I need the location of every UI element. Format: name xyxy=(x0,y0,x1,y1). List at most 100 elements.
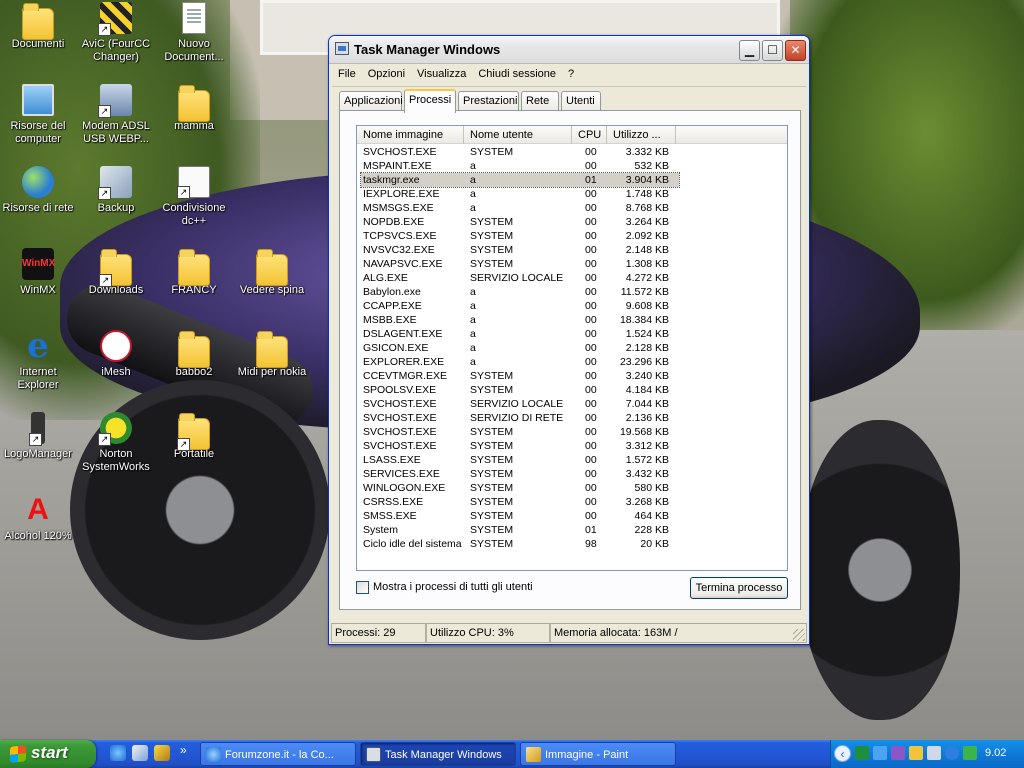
process-name: CSRSS.EXE xyxy=(363,496,424,508)
process-row[interactable]: SPOOLSV.EXE SYSTEM 00 4.184 KB xyxy=(357,383,787,397)
desktop-icon-avic[interactable]: AviC (FourCC Changer) xyxy=(78,2,154,64)
my-computer-icon xyxy=(22,84,54,116)
column-header-user-name[interactable]: Nome utente xyxy=(464,126,572,144)
desktop-icon-documenti[interactable]: Documenti xyxy=(0,2,76,51)
process-row[interactable]: CCAPP.EXE a 00 9.608 KB xyxy=(357,299,787,313)
process-name: MSPAINT.EXE xyxy=(363,160,432,172)
process-memory: 3.432 KB xyxy=(625,468,669,480)
task-task-manager[interactable]: Task Manager Windows xyxy=(360,742,516,766)
task-forumzone[interactable]: Forumzone.it - la Co... xyxy=(200,742,356,766)
process-row[interactable]: SVCHOST.EXE SYSTEM 00 19.568 KB xyxy=(357,425,787,439)
process-row[interactable]: SVCHOST.EXE SERVIZIO DI RETE 00 2.136 KB xyxy=(357,411,787,425)
process-row[interactable]: CCEVTMGR.EXE SYSTEM 00 3.240 KB xyxy=(357,369,787,383)
start-button[interactable]: start xyxy=(0,740,96,768)
tray-app-icon[interactable] xyxy=(855,746,869,760)
process-row[interactable]: MSMSGS.EXE a 00 8.768 KB xyxy=(357,201,787,215)
desktop-icon-risorse-computer[interactable]: Risorse del computer xyxy=(0,84,76,146)
desktop-icon-label: iMesh xyxy=(101,366,131,378)
process-row[interactable]: SVCHOST.EXE SYSTEM 00 3.312 KB xyxy=(357,439,787,453)
process-row[interactable]: TCPSVCS.EXE SYSTEM 00 2.092 KB xyxy=(357,229,787,243)
process-user: a xyxy=(470,356,476,368)
resize-grip[interactable] xyxy=(793,629,805,641)
desktop-icon-downloads[interactable]: Downloads xyxy=(78,248,154,297)
tray-expand-icon[interactable]: ‹ xyxy=(834,745,851,762)
desktop-icon-babbo2[interactable]: babbo2 xyxy=(156,330,232,379)
process-row[interactable]: IEXPLORE.EXE a 00 1.748 KB xyxy=(357,187,787,201)
tray-network-icon[interactable] xyxy=(873,746,887,760)
process-row[interactable]: Ciclo idle del sistema SYSTEM 98 20 KB xyxy=(357,537,787,551)
process-row[interactable]: MSBB.EXE a 00 18.384 KB xyxy=(357,313,787,327)
tab-utenti[interactable]: Utenti xyxy=(561,91,601,111)
title-bar[interactable]: Task Manager Windows ▁ ☐ ✕ xyxy=(329,36,809,64)
process-row[interactable]: SVCHOST.EXE SERVIZIO LOCALE 00 7.044 KB xyxy=(357,397,787,411)
process-user: a xyxy=(470,174,476,186)
process-user: a xyxy=(470,342,476,354)
process-row[interactable]: System SYSTEM 01 228 KB xyxy=(357,523,787,537)
process-row[interactable]: LSASS.EXE SYSTEM 00 1.572 KB xyxy=(357,453,787,467)
desktop-icon-backup[interactable]: Backup xyxy=(78,166,154,215)
task-paint[interactable]: Immagine - Paint xyxy=(520,742,676,766)
process-row[interactable]: Babylon.exe a 00 11.572 KB xyxy=(357,285,787,299)
tray-monitor-icon[interactable] xyxy=(927,746,941,760)
process-row[interactable]: CSRSS.EXE SYSTEM 00 3.268 KB xyxy=(357,495,787,509)
desktop-icon-risorse-rete[interactable]: Risorse di rete xyxy=(0,166,76,215)
menu-visualizza[interactable]: Visualizza xyxy=(411,65,472,80)
process-row[interactable]: GSICON.EXE a 00 2.128 KB xyxy=(357,341,787,355)
internet-explorer-icon: e xyxy=(27,326,49,366)
process-list[interactable]: Nome immagine Nome utente CPU Utilizzo .… xyxy=(356,125,788,571)
column-header-image-name[interactable]: Nome immagine xyxy=(357,126,464,144)
process-row[interactable]: ALG.EXE SERVIZIO LOCALE 00 4.272 KB xyxy=(357,271,787,285)
process-row[interactable]: SERVICES.EXE SYSTEM 00 3.432 KB xyxy=(357,467,787,481)
desktop-icon-vedere-spina[interactable]: Vedere spina xyxy=(234,248,310,297)
end-process-button[interactable]: Termina processo xyxy=(690,577,788,599)
desktop-icon-condivisione[interactable]: Condivisione dc++ xyxy=(156,166,232,228)
desktop-icon-norton[interactable]: Norton SystemWorks xyxy=(78,412,154,474)
quick-launch-overflow-icon[interactable]: » xyxy=(180,743,187,757)
desktop-icon-mamma[interactable]: mamma xyxy=(156,84,232,133)
desktop-icon-modem-adsl[interactable]: Modem ADSL USB WEBP... xyxy=(78,84,154,146)
close-button[interactable]: ✕ xyxy=(785,40,806,61)
desktop-icon-imesh[interactable]: iMesh xyxy=(78,330,154,379)
process-row[interactable]: NAVAPSVC.EXE SYSTEM 00 1.308 KB xyxy=(357,257,787,271)
column-header-memory[interactable]: Utilizzo ... xyxy=(607,126,676,144)
desktop-icon-winmx[interactable]: WinMX WinMX xyxy=(0,248,76,297)
menu-opzioni[interactable]: Opzioni xyxy=(362,65,411,80)
desktop-icon-nuovo-documento[interactable]: Nuovo Document... xyxy=(156,2,232,64)
column-header-cpu[interactable]: CPU xyxy=(572,126,607,144)
process-row[interactable]: DSLAGENT.EXE a 00 1.524 KB xyxy=(357,327,787,341)
tray-app-icon[interactable] xyxy=(909,746,923,760)
process-row[interactable]: SVCHOST.EXE SYSTEM 00 3.332 KB xyxy=(357,145,787,159)
menu-file[interactable]: File xyxy=(332,65,362,80)
desktop-icon-label: Norton SystemWorks xyxy=(82,448,150,473)
desktop-icon-alcohol[interactable]: A Alcohol 120% xyxy=(0,494,76,543)
menu-chiudi-sessione[interactable]: Chiudi sessione xyxy=(472,65,562,80)
desktop-icon-midi-nokia[interactable]: Midi per nokia xyxy=(234,330,310,379)
tray-transfer-icon[interactable] xyxy=(963,746,977,760)
desktop-icon-portatile[interactable]: Portatile xyxy=(156,412,232,461)
process-row[interactable]: EXPLORER.EXE a 00 23.296 KB xyxy=(357,355,787,369)
tray-messenger-icon[interactable] xyxy=(945,746,959,760)
process-row[interactable]: MSPAINT.EXE a 00 532 KB xyxy=(357,159,787,173)
process-row[interactable]: NOPDB.EXE SYSTEM 00 3.264 KB xyxy=(357,215,787,229)
maximize-button[interactable]: ☐ xyxy=(762,40,783,61)
tab-processi[interactable]: Processi xyxy=(404,89,456,113)
media-icon[interactable] xyxy=(132,745,148,761)
tab-rete[interactable]: Rete xyxy=(521,91,559,111)
minimize-button[interactable]: ▁ xyxy=(739,40,760,61)
menu-bar: File Opzioni Visualizza Chiudi sessione? xyxy=(332,65,806,85)
winamp-icon[interactable] xyxy=(154,745,170,761)
process-row[interactable]: SMSS.EXE SYSTEM 00 464 KB xyxy=(357,509,787,523)
process-row[interactable]: WINLOGON.EXE SYSTEM 00 580 KB xyxy=(357,481,787,495)
menu-help[interactable]: ? xyxy=(562,65,580,80)
tray-app-icon[interactable] xyxy=(891,746,905,760)
internet-explorer-icon[interactable] xyxy=(110,745,126,761)
process-row[interactable]: taskmgr.exe a 01 3.904 KB xyxy=(360,172,680,188)
show-all-processes-checkbox[interactable] xyxy=(356,581,369,594)
tab-prestazioni[interactable]: Prestazioni xyxy=(458,91,519,111)
process-row[interactable]: NVSVC32.EXE SYSTEM 00 2.148 KB xyxy=(357,243,787,257)
tab-applicazioni[interactable]: Applicazioni xyxy=(339,91,403,111)
process-user: a xyxy=(470,188,476,200)
desktop-icon-francy[interactable]: FRANCY xyxy=(156,248,232,297)
desktop-icon-logomanager[interactable]: LogoManager xyxy=(0,412,76,461)
desktop-icon-internet-explorer[interactable]: e Internet Explorer xyxy=(0,326,76,392)
